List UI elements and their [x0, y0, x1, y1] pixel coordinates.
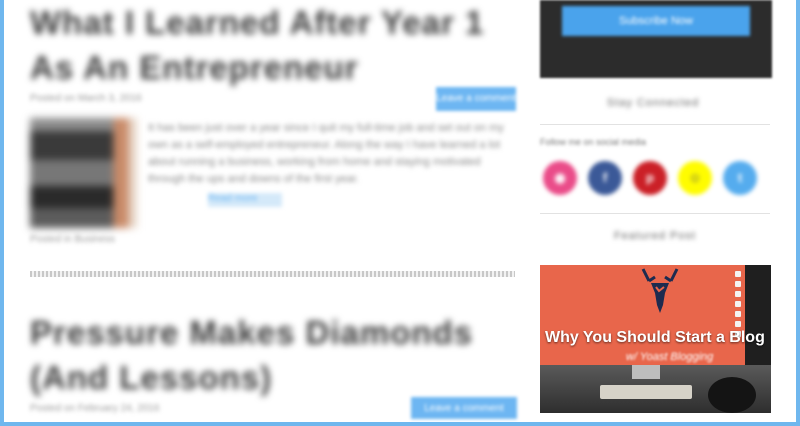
- monitor-bezel: [745, 265, 771, 365]
- twitter-icon[interactable]: t: [723, 161, 757, 195]
- post-title-1[interactable]: What I Learned After Year 1 As An Entrep…: [30, 0, 520, 90]
- featured-post-subtitle: w/ Yoast Blogging: [626, 351, 714, 363]
- post-meta-1: Posted on March 3, 2016: [30, 93, 142, 104]
- dribbble-icon[interactable]: ◉: [543, 161, 577, 195]
- connect-heading: Stay Connected: [606, 97, 700, 109]
- pinterest-icon[interactable]: p: [633, 161, 667, 195]
- featured-post-image[interactable]: Why You Should Start a Blog w/ Yoast Blo…: [540, 265, 771, 413]
- post-title-2[interactable]: Pressure Makes Diamonds (And Lessons): [30, 310, 520, 400]
- featured-post-title: Why You Should Start a Blog: [545, 329, 765, 346]
- read-more-link-1[interactable]: Read more: [208, 193, 282, 207]
- pinterest-glyph: p: [646, 170, 654, 185]
- twitter-glyph: t: [737, 170, 743, 185]
- sidebar-divider-2: [540, 213, 770, 214]
- subscribe-button[interactable]: Subscribe Now: [562, 6, 750, 36]
- facebook-glyph: f: [602, 170, 608, 185]
- featured-heading: Featured Post: [613, 230, 697, 242]
- keyboard: [600, 385, 692, 399]
- coffee-mug: [708, 377, 756, 413]
- post-excerpt-1: It has been just over a year since I qui…: [148, 122, 504, 185]
- post-divider: [30, 271, 515, 277]
- facebook-icon[interactable]: f: [588, 161, 622, 195]
- post-category-1: Posted in Business: [30, 234, 116, 245]
- dribbble-glyph: ◉: [554, 170, 566, 185]
- comment-button-1[interactable]: Leave a comment: [436, 87, 516, 111]
- post-thumbnail-1[interactable]: [30, 118, 137, 228]
- post-meta-2: Posted on February 24, 2016: [30, 403, 160, 414]
- monitor-stand: [632, 365, 660, 379]
- snapchat-icon[interactable]: ☺: [678, 161, 712, 195]
- sidebar-divider-1: [540, 124, 770, 125]
- snapchat-glyph: ☺: [688, 170, 702, 185]
- comment-button-2[interactable]: Leave a comment: [411, 397, 517, 419]
- follow-text: Follow me on social media: [540, 137, 647, 147]
- deer-logo-icon: [641, 268, 679, 313]
